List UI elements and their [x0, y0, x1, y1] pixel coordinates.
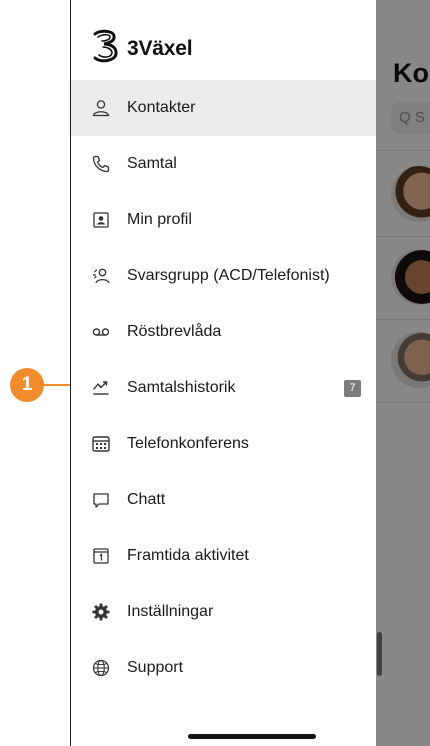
gear-icon — [91, 602, 111, 622]
menu-item-kontakter[interactable]: Kontakter — [71, 80, 376, 136]
drawer-scrim[interactable] — [376, 0, 430, 746]
menu-item-label: Framtida aktivitet — [127, 547, 249, 564]
menu-item-label: Röstbrevlåda — [127, 323, 222, 340]
menu-item-telefonkonferens[interactable]: Telefonkonferens — [71, 416, 376, 472]
menu-item-label: Samtal — [127, 155, 177, 172]
calendar-icon — [91, 546, 111, 566]
phone-screen: Ko Q S 3Växel Kontakter Samtal Min profi… — [70, 0, 430, 746]
menu-item-installningar[interactable]: Inställningar — [71, 584, 376, 640]
person-icon — [91, 98, 111, 118]
keypad-icon — [91, 434, 111, 454]
menu-item-label: Samtalshistorik — [127, 379, 236, 396]
menu-item-label: Min profil — [127, 211, 192, 228]
phone-icon — [91, 154, 111, 174]
navigation-drawer: 3Växel Kontakter Samtal Min profil Svars… — [71, 0, 376, 746]
menu-item-svarsgrupp[interactable]: Svarsgrupp (ACD/Telefonist) — [71, 248, 376, 304]
three-logo-icon — [89, 28, 121, 69]
drawer-menu: Kontakter Samtal Min profil Svarsgrupp (… — [71, 80, 376, 696]
menu-item-min-profil[interactable]: Min profil — [71, 192, 376, 248]
globe-icon — [91, 658, 111, 678]
chat-bubble-icon — [91, 490, 111, 510]
menu-item-rostbrevlada[interactable]: Röstbrevlåda — [71, 304, 376, 360]
menu-item-label: Chatt — [127, 491, 166, 508]
menu-item-samtal[interactable]: Samtal — [71, 136, 376, 192]
group-icon — [91, 266, 111, 286]
brand-name: 3Växel — [127, 36, 193, 60]
profile-card-icon — [91, 210, 111, 230]
home-indicator[interactable] — [188, 734, 316, 739]
menu-item-label: Kontakter — [127, 99, 196, 116]
voicemail-icon — [91, 322, 111, 342]
menu-item-label: Support — [127, 659, 184, 676]
menu-item-samtalshistorik[interactable]: Samtalshistorik 7 — [71, 360, 376, 416]
annotation-callout: 1 — [10, 368, 44, 402]
unread-count-badge: 7 — [344, 380, 361, 397]
menu-item-label: Inställningar — [127, 603, 214, 620]
menu-item-label: Telefonkonferens — [127, 435, 249, 452]
menu-item-chatt[interactable]: Chatt — [71, 472, 376, 528]
menu-item-framtida-aktivitet[interactable]: Framtida aktivitet — [71, 528, 376, 584]
call-history-icon — [91, 378, 111, 398]
menu-item-support[interactable]: Support — [71, 640, 376, 696]
brand-header: 3Växel — [89, 28, 193, 69]
menu-item-label: Svarsgrupp (ACD/Telefonist) — [127, 267, 330, 284]
